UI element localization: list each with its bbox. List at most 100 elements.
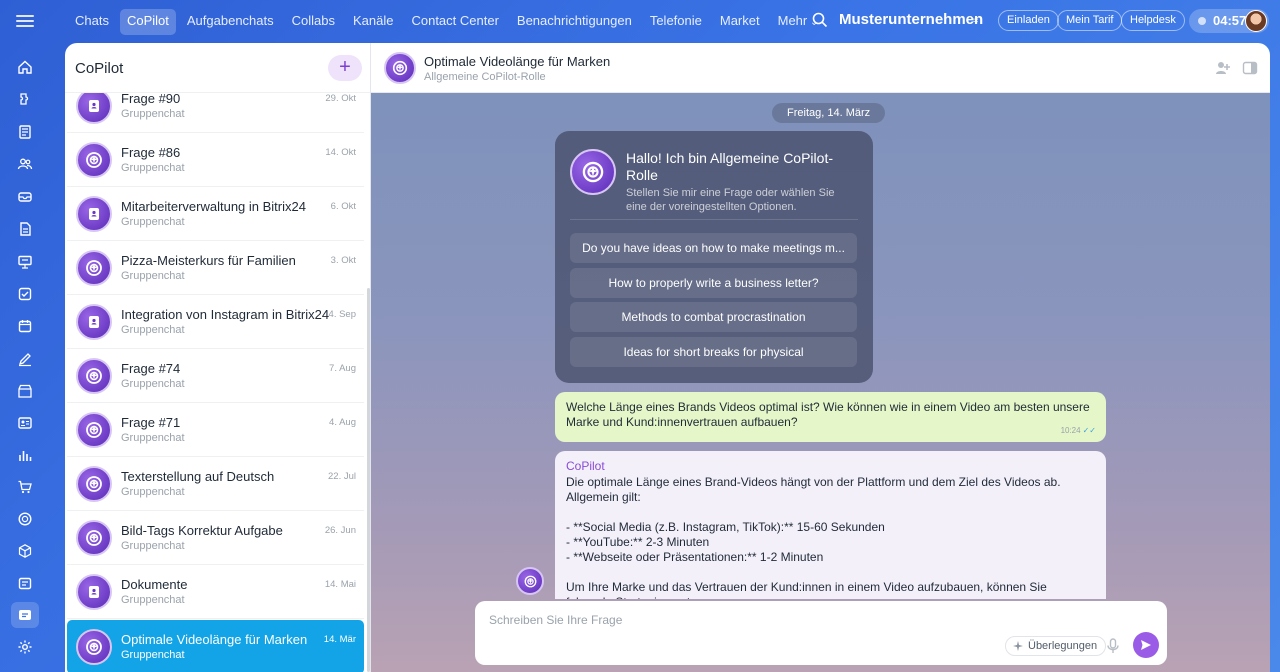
nav-item-telefonie[interactable]: Telefonie xyxy=(643,9,709,35)
chat-item-date: 14. Mär xyxy=(323,634,356,645)
rail-contacts-icon[interactable] xyxy=(14,412,36,434)
rail-users-icon[interactable] xyxy=(14,153,36,175)
chat-list-item[interactable]: Frage #71 Gruppenchat 4. Aug xyxy=(67,403,364,457)
rail-calendar-icon[interactable] xyxy=(14,315,36,337)
copilot-icon xyxy=(86,530,102,546)
invite-button[interactable]: Einladen xyxy=(998,10,1059,31)
user-avatar[interactable] xyxy=(1245,10,1267,32)
copilot-icon xyxy=(86,422,102,438)
preset-option[interactable]: How to properly write a business letter? xyxy=(570,268,857,298)
chat-list-item[interactable]: Frage #90 Gruppenchat 29. Okt xyxy=(67,93,364,133)
rail-store-icon[interactable] xyxy=(14,380,36,402)
nav-item-market[interactable]: Market xyxy=(713,9,767,35)
chat-list-item[interactable]: Dokumente Gruppenchat 14. Mai xyxy=(67,565,364,619)
chat-avatar xyxy=(76,93,112,124)
rail-document-icon[interactable] xyxy=(14,218,36,240)
nav-item-copilot[interactable]: CoPilot xyxy=(119,9,176,35)
preset-option[interactable]: Methods to combat procrastination xyxy=(570,302,857,332)
chat-subtitle[interactable]: Allgemeine CoPilot-Rolle xyxy=(424,71,546,83)
nav-item-chats[interactable]: Chats xyxy=(68,9,116,35)
chat-item-date: 29. Okt xyxy=(325,93,356,104)
nav-item-aufgabenchats[interactable]: Aufgabenchats xyxy=(180,9,281,35)
sign-icon xyxy=(18,353,31,367)
welcome-divider xyxy=(570,219,858,220)
read-check-icon: ✓✓ xyxy=(1082,426,1096,435)
inbox-icon xyxy=(18,192,32,202)
planner-icon xyxy=(18,577,32,590)
chat-list-item[interactable]: Frage #74 Gruppenchat 7. Aug xyxy=(67,349,364,403)
search-icon[interactable] xyxy=(812,12,828,28)
chat-list-item[interactable]: Frage #86 Gruppenchat 14. Okt xyxy=(67,133,364,187)
user-message[interactable]: Welche Länge eines Brands Videos optimal… xyxy=(555,392,1106,442)
rail-shop-cart-icon[interactable] xyxy=(14,476,36,498)
top-bar: Chats CoPilot Aufgabenchats Collabs Kanäle Co… xyxy=(0,0,1280,42)
helpdesk-button[interactable]: Helpdesk xyxy=(1121,10,1185,31)
rail-analytics-icon[interactable] xyxy=(14,444,36,466)
preset-option[interactable]: Ideas for short breaks for physical xyxy=(570,337,857,367)
chat-list-item[interactable]: Bild-Tags Korrektur Aufgabe Gruppenchat 26… xyxy=(67,511,364,565)
date-separator: Freitag, 14. März xyxy=(772,103,886,123)
preset-option[interactable]: Do you have ideas on how to make meeting… xyxy=(570,233,857,263)
chat-item-title: Pizza-Meisterkurs für Familien xyxy=(121,253,296,268)
rail-sign-icon[interactable] xyxy=(14,348,36,370)
copilot-icon xyxy=(86,476,102,492)
tariff-button[interactable]: Mein Tarif xyxy=(1057,10,1123,31)
rail-chat-active-icon[interactable] xyxy=(11,602,39,628)
chat-title: Optimale Videolänge für Marken xyxy=(424,54,611,69)
bot-avatar[interactable] xyxy=(516,567,544,595)
nav-item-benachrichtigungen[interactable]: Benachrichtigungen xyxy=(510,9,639,35)
reasoning-button[interactable]: Überlegungen xyxy=(1005,636,1107,656)
rail-inbox-icon[interactable] xyxy=(14,186,36,208)
rail-home-icon[interactable] xyxy=(14,56,36,78)
send-button[interactable] xyxy=(1133,632,1159,658)
chat-item-title: Frage #71 xyxy=(121,415,181,430)
chat-item-subtitle: Gruppenchat xyxy=(121,108,185,120)
menu-burger-icon[interactable] xyxy=(14,12,36,30)
microphone-icon[interactable] xyxy=(1106,638,1120,654)
rail-cube-icon[interactable] xyxy=(14,540,36,562)
work-clock[interactable]: 04:57 xyxy=(1189,9,1269,33)
new-chat-button[interactable]: + xyxy=(328,55,362,81)
chat-list-item[interactable]: Optimale Videolänge für Marken Gruppencha… xyxy=(67,620,364,672)
chat-list-scrollbar[interactable] xyxy=(367,288,370,672)
bot-message-line: folgende Strategien nutzen: xyxy=(566,595,1095,599)
chat-item-date: 14. Okt xyxy=(325,147,356,158)
welcome-avatar xyxy=(570,149,616,195)
user-message-text: Welche Länge eines Brands Videos optimal… xyxy=(566,400,1090,429)
rail-puzzle-icon[interactable] xyxy=(14,88,36,110)
message-input[interactable]: Schreiben Sie Ihre Frage xyxy=(489,613,622,627)
message-composer[interactable]: Schreiben Sie Ihre Frage Überlegungen xyxy=(475,601,1167,665)
chat-list-header: CoPilot + xyxy=(65,43,370,93)
copilot-icon xyxy=(86,639,102,655)
company-switch-icon[interactable]: ≈ xyxy=(972,15,978,27)
rail-presentation-icon[interactable] xyxy=(14,251,36,273)
rail-settings-icon[interactable] xyxy=(14,636,36,658)
nav-item-contact-center[interactable]: Contact Center xyxy=(404,9,505,35)
chat-list-title: CoPilot xyxy=(75,60,124,77)
nav-item-collabs[interactable]: Collabs xyxy=(285,9,342,35)
rail-tasks-icon[interactable] xyxy=(14,283,36,305)
chat-list-item[interactable]: Texterstellung auf Deutsch Gruppenchat 22.… xyxy=(67,457,364,511)
rail-planner-icon[interactable] xyxy=(14,572,36,594)
add-user-icon[interactable] xyxy=(1215,60,1231,76)
bot-message-line: Die optimale Länge eines Brand-Videos hä… xyxy=(566,475,1064,504)
chat-item-subtitle: Gruppenchat xyxy=(121,270,185,282)
rail-copilot-rail-icon[interactable] xyxy=(14,508,36,530)
chat-avatar xyxy=(76,142,112,178)
chat-avatar[interactable] xyxy=(384,52,416,84)
company-name[interactable]: Musterunternehmen xyxy=(839,11,983,28)
bot-message[interactable]: CoPilot Die optimale Länge eines Brand-V… xyxy=(555,451,1106,599)
chat-list: Frage #90 Gruppenchat 29. Okt Frage #86 Grup… xyxy=(65,93,370,672)
nav-item-kan-le[interactable]: Kanäle xyxy=(346,9,400,35)
reasoning-label: Überlegungen xyxy=(1028,640,1098,652)
rail-news-icon[interactable] xyxy=(14,121,36,143)
chat-list-item[interactable]: Integration von Instagram in Bitrix24 Gru… xyxy=(67,295,364,349)
chat-list-item[interactable]: Pizza-Meisterkurs für Familien Gruppencha… xyxy=(67,241,364,295)
document-user-icon xyxy=(89,100,99,112)
copilot-icon xyxy=(86,368,102,384)
chat-item-title: Texterstellung auf Deutsch xyxy=(121,469,275,484)
sidebar-toggle-icon[interactable] xyxy=(1242,60,1258,76)
chat-list-item[interactable]: Mitarbeiterverwaltung in Bitrix24 Gruppen… xyxy=(67,187,364,241)
chat-avatar xyxy=(76,574,112,610)
chat-item-subtitle: Gruppenchat xyxy=(121,594,185,606)
